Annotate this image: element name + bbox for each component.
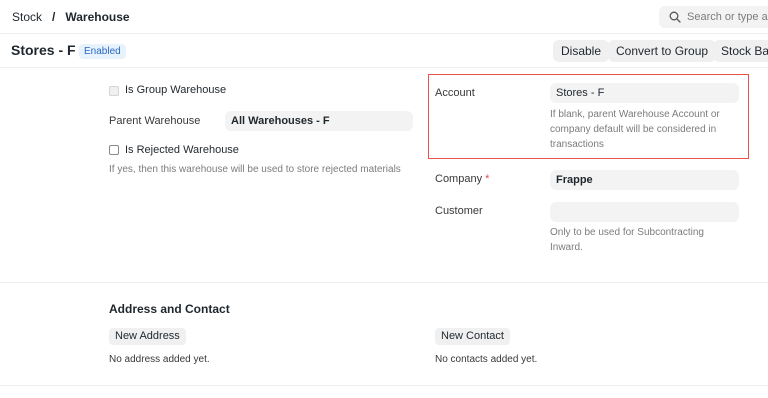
- search-bar[interactable]: [659, 6, 768, 28]
- breadcrumb-warehouse[interactable]: Warehouse: [65, 10, 129, 24]
- new-contact-button[interactable]: New Contact: [435, 328, 510, 345]
- account-label: Account: [435, 87, 475, 99]
- customer-field[interactable]: [550, 202, 739, 222]
- customer-help-line: Inward.: [550, 242, 583, 253]
- contact-empty-note: No contacts added yet.: [435, 354, 538, 365]
- breadcrumb-stock[interactable]: Stock: [12, 10, 42, 24]
- is-group-warehouse-checkbox[interactable]: [109, 86, 119, 96]
- company-label-text: Company: [435, 173, 483, 185]
- breadcrumb: Stock / Warehouse: [12, 10, 130, 24]
- page-title: Stores - F: [11, 42, 76, 58]
- page-header: Stores - F Enabled Disable Convert to Gr…: [0, 34, 768, 68]
- account-help-line: If blank, parent Warehouse Account or: [550, 109, 720, 120]
- new-address-button[interactable]: New Address: [109, 328, 186, 345]
- status-badge: Enabled: [79, 44, 126, 59]
- is-group-warehouse-label: Is Group Warehouse: [125, 84, 227, 96]
- top-navbar: Stock / Warehouse: [0, 0, 768, 34]
- customer-help: Only to be used for Subcontracting Inwar…: [550, 225, 704, 255]
- address-contact-section: Address and Contact New Address No addre…: [0, 284, 768, 386]
- address-contact-title: Address and Contact: [109, 302, 230, 316]
- is-rejected-warehouse-checkbox[interactable]: [109, 145, 119, 155]
- is-rejected-warehouse-help: If yes, then this warehouse will be used…: [109, 164, 401, 175]
- address-empty-note: No address added yet.: [109, 354, 210, 365]
- warehouse-form-section: Is Group Warehouse Parent Warehouse All …: [0, 68, 768, 283]
- account-help: If blank, parent Warehouse Account or co…: [550, 107, 720, 152]
- parent-warehouse-label: Parent Warehouse: [109, 115, 201, 127]
- account-help-line: transactions: [550, 139, 604, 150]
- convert-to-group-button[interactable]: Convert to Group: [608, 40, 717, 62]
- search-input[interactable]: [687, 11, 768, 23]
- search-icon: [669, 11, 681, 23]
- is-rejected-warehouse-label: Is Rejected Warehouse: [125, 144, 239, 156]
- customer-help-line: Only to be used for Subcontracting: [550, 227, 704, 238]
- stock-balance-button[interactable]: Stock Bala: [713, 40, 768, 62]
- required-mark: *: [485, 173, 490, 185]
- company-field[interactable]: Frappe: [550, 170, 739, 190]
- account-field[interactable]: Stores - F: [550, 83, 739, 103]
- breadcrumb-separator: /: [52, 10, 56, 24]
- customer-label: Customer: [435, 205, 483, 217]
- company-label: Company *: [435, 173, 489, 185]
- parent-warehouse-field[interactable]: All Warehouses - F: [225, 111, 413, 131]
- account-help-line: company default will be considered in: [550, 124, 717, 135]
- disable-button[interactable]: Disable: [553, 40, 610, 62]
